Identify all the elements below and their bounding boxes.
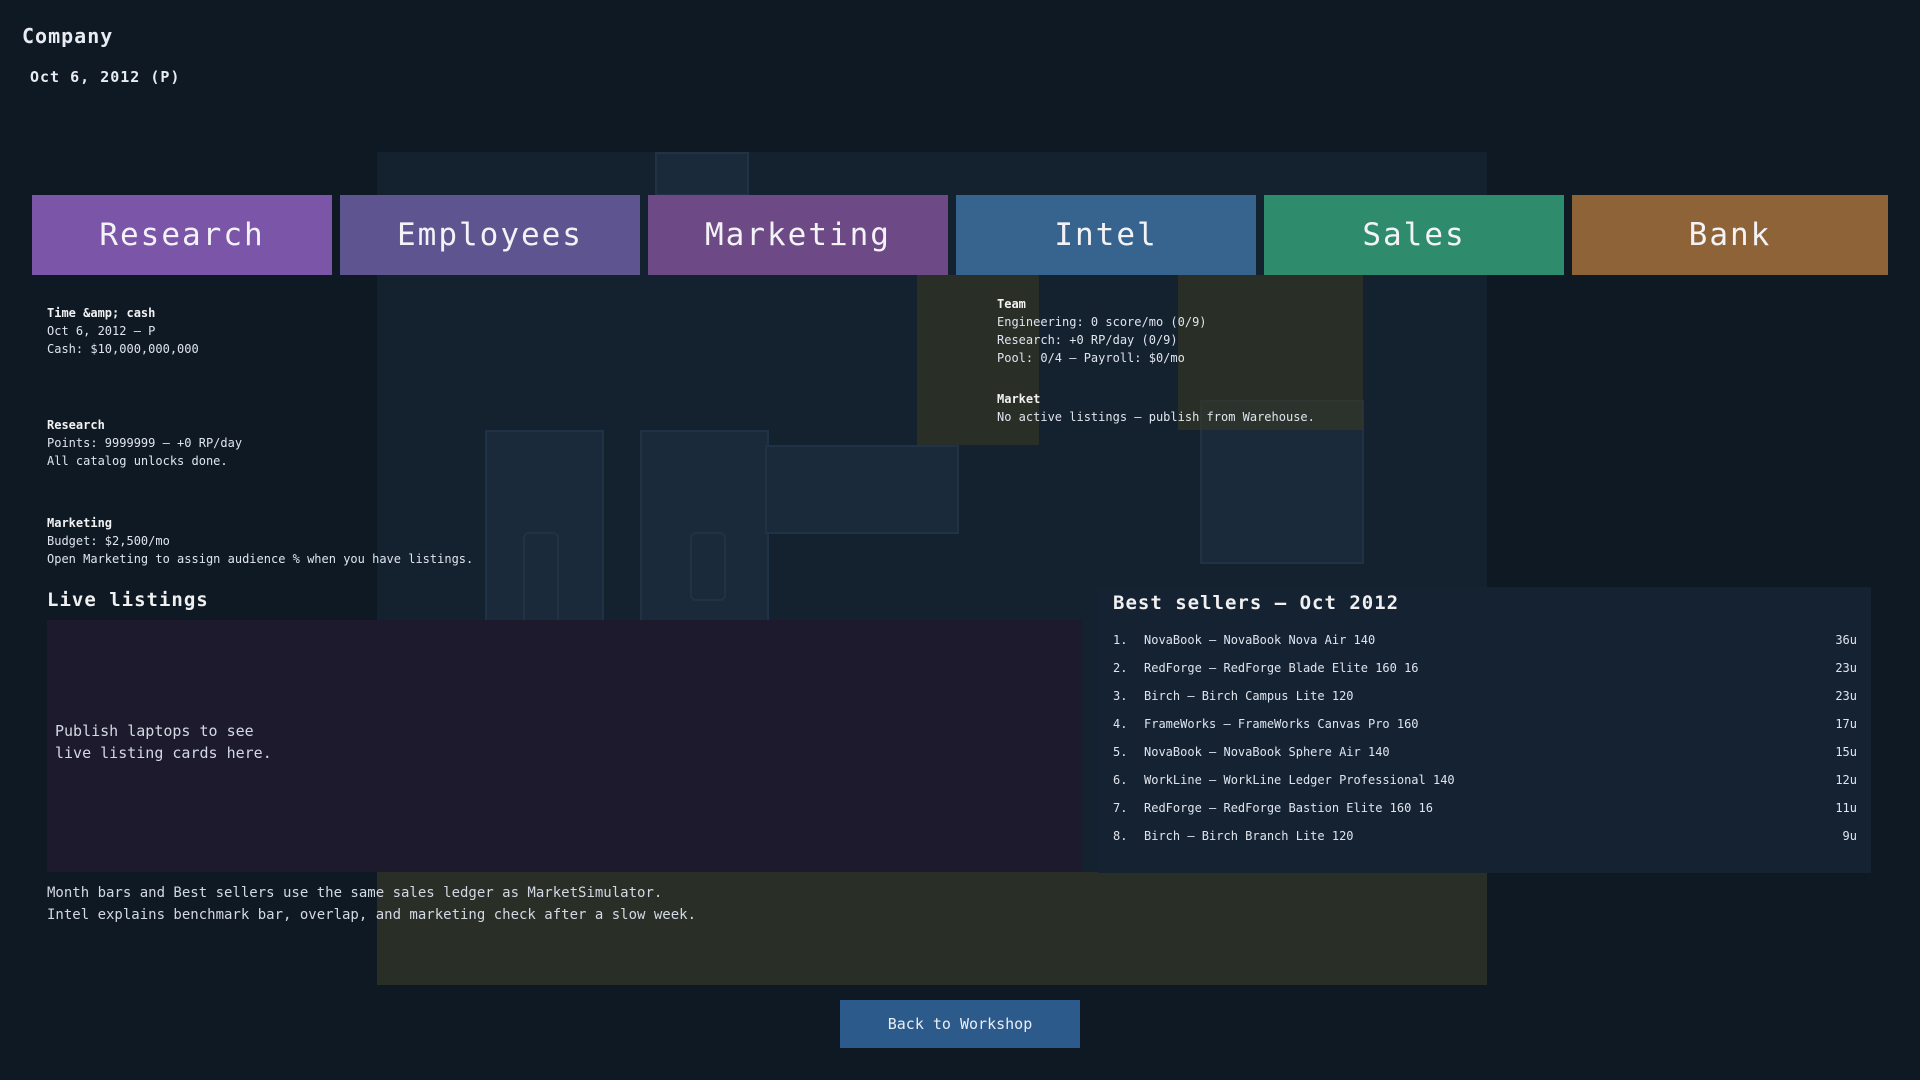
best-seller-row: 6. WorkLine – WorkLine Ledger Profession… — [1113, 773, 1857, 793]
tab-employees[interactable]: Employees — [340, 195, 640, 275]
product-name: RedForge – RedForge Bastion Elite 160 16 — [1144, 801, 1433, 815]
ledger-note-line-1: Month bars and Best sellers use the same… — [47, 885, 663, 901]
best-sellers-title: Best sellers – Oct 2012 — [1113, 592, 1400, 614]
time-cash-date: Oct 6, 2012 – P — [47, 324, 156, 338]
live-listings-heading: Live listings — [47, 589, 209, 611]
marketing-heading: Marketing — [47, 516, 113, 530]
empty-line-2: live listing cards here. — [55, 744, 272, 762]
tab-sales[interactable]: Sales — [1264, 195, 1564, 275]
board-capacitor — [523, 532, 559, 631]
team-block: Team Engineering: 0 score/mo (0/9) Resea… — [997, 295, 1207, 367]
board-capacitor — [690, 532, 726, 601]
rank: 3. — [1113, 689, 1128, 703]
units-sold: 17u — [1835, 717, 1857, 731]
units-sold: 23u — [1835, 689, 1857, 703]
board-chip — [655, 152, 749, 196]
marketing-budget: Budget: $2,500/mo — [47, 534, 170, 548]
best-seller-row: 1. NovaBook – NovaBook Nova Air 140 36u — [1113, 633, 1857, 653]
marketing-block: Marketing Budget: $2,500/mo Open Marketi… — [47, 514, 473, 568]
product-name: RedForge – RedForge Blade Elite 160 16 — [1144, 661, 1419, 675]
best-seller-row: 8. Birch – Birch Branch Lite 120 9u — [1113, 829, 1857, 849]
rank: 8. — [1113, 829, 1128, 843]
cash-value: Cash: $10,000,000,000 — [47, 342, 199, 356]
product-name: NovaBook – NovaBook Nova Air 140 — [1144, 633, 1376, 647]
product-name: Birch – Birch Campus Lite 120 — [1144, 689, 1354, 703]
units-sold: 23u — [1835, 661, 1857, 675]
product-name: WorkLine – WorkLine Ledger Professional … — [1144, 773, 1455, 787]
empty-line-1: Publish laptops to see — [55, 722, 254, 740]
best-seller-row: 4. FrameWorks – FrameWorks Canvas Pro 16… — [1113, 717, 1857, 737]
units-sold: 11u — [1835, 801, 1857, 815]
product-name: FrameWorks – FrameWorks Canvas Pro 160 — [1144, 717, 1419, 731]
tab-research[interactable]: Research — [32, 195, 332, 275]
rank: 4. — [1113, 717, 1128, 731]
current-date: Oct 6, 2012 (P) — [30, 68, 181, 86]
units-sold: 15u — [1835, 745, 1857, 759]
best-seller-row: 2. RedForge – RedForge Blade Elite 160 1… — [1113, 661, 1857, 681]
tab-bank[interactable]: Bank — [1572, 195, 1888, 275]
rank: 6. — [1113, 773, 1128, 787]
team-research: Research: +0 RP/day (0/9) — [997, 333, 1178, 347]
units-sold: 9u — [1842, 829, 1857, 843]
product-name: Birch – Birch Branch Lite 120 — [1144, 829, 1354, 843]
team-engineering: Engineering: 0 score/mo (0/9) — [997, 315, 1207, 329]
market-block: Market No active listings – publish from… — [997, 390, 1315, 426]
tab-intel[interactable]: Intel — [956, 195, 1256, 275]
board-chip — [765, 445, 959, 534]
product-name: NovaBook – NovaBook Sphere Air 140 — [1144, 745, 1390, 759]
live-listings-empty-message: Publish laptops to see live listing card… — [55, 720, 272, 764]
rank: 2. — [1113, 661, 1128, 675]
ledger-note: Month bars and Best sellers use the same… — [47, 882, 696, 926]
time-cash-block: Time &amp; cash Oct 6, 2012 – P Cash: $1… — [47, 304, 199, 358]
team-heading: Team — [997, 297, 1026, 311]
best-seller-row: 7. RedForge – RedForge Bastion Elite 160… — [1113, 801, 1857, 821]
market-heading: Market — [997, 392, 1041, 406]
ledger-note-line-2: Intel explains benchmark bar, overlap, a… — [47, 907, 697, 923]
market-status: No active listings – publish from Wareho… — [997, 410, 1315, 424]
rank: 5. — [1113, 745, 1128, 759]
research-status: All catalog unlocks done. — [47, 454, 228, 468]
units-sold: 12u — [1835, 773, 1857, 787]
back-to-workshop-button[interactable]: Back to Workshop — [840, 1000, 1080, 1048]
rank: 7. — [1113, 801, 1128, 815]
team-pool: Pool: 0/4 – Payroll: $0/mo — [997, 351, 1185, 365]
rank: 1. — [1113, 633, 1128, 647]
research-block: Research Points: 9999999 – +0 RP/day All… — [47, 416, 242, 470]
units-sold: 36u — [1835, 633, 1857, 647]
best-seller-row: 5. NovaBook – NovaBook Sphere Air 140 15… — [1113, 745, 1857, 765]
research-heading: Research — [47, 418, 105, 432]
marketing-hint: Open Marketing to assign audience % when… — [47, 552, 474, 566]
tab-marketing[interactable]: Marketing — [648, 195, 948, 275]
best-seller-row: 3. Birch – Birch Campus Lite 120 23u — [1113, 689, 1857, 709]
page-title: Company — [22, 24, 114, 48]
research-points: Points: 9999999 – +0 RP/day — [47, 436, 243, 450]
time-cash-heading: Time &amp; cash — [47, 306, 156, 320]
